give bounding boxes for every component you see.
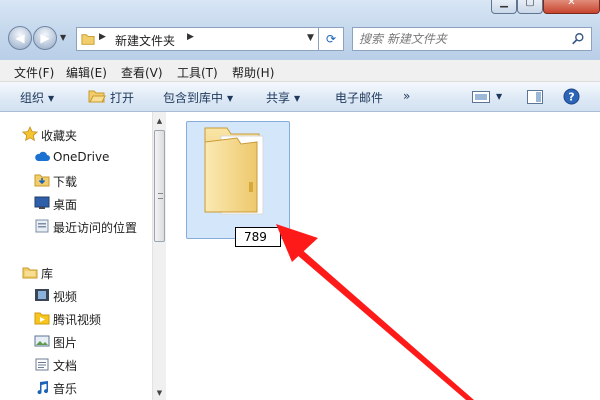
menu-help[interactable]: 帮助(H) xyxy=(232,64,274,81)
sidebar-item-label: 下载 xyxy=(53,175,78,189)
back-arrow-icon: ◀ xyxy=(15,31,25,45)
back-button[interactable]: ◀ xyxy=(8,26,32,50)
include-in-library-label: 包含到库中 xyxy=(163,91,224,105)
music-icon xyxy=(37,381,49,395)
share-label: 共享 xyxy=(266,91,291,105)
navigation-scrollbar[interactable]: ▲ ▼ xyxy=(152,112,166,400)
search-input[interactable] xyxy=(359,31,559,47)
documents-icon xyxy=(35,358,49,371)
chevron-down-icon: ▼ xyxy=(227,94,234,103)
grip-icon xyxy=(158,193,163,199)
minimize-button[interactable]: ▁ xyxy=(491,0,517,14)
menu-view[interactable]: 查看(V) xyxy=(121,64,163,81)
folder-icon xyxy=(81,34,95,45)
menu-bar: 文件(F) 编辑(E) 查看(V) 工具(T) 帮助(H) xyxy=(0,60,600,82)
forward-arrow-icon: ▶ xyxy=(40,31,50,45)
email-button[interactable]: 电子邮件 xyxy=(335,89,383,106)
menu-tools[interactable]: 工具(T) xyxy=(177,64,218,81)
library-icon xyxy=(22,267,38,279)
svg-text:?: ? xyxy=(568,91,574,104)
video-icon xyxy=(35,289,49,301)
maximize-button[interactable]: ▢ xyxy=(517,0,543,14)
view-options-dropdown-icon[interactable]: ▼ xyxy=(496,92,502,101)
cloud-icon xyxy=(35,151,50,161)
organize-button[interactable]: 组织 ▼ xyxy=(20,89,54,106)
more-commands-button[interactable]: » xyxy=(403,89,410,103)
address-dropdown-icon[interactable]: ▼ xyxy=(307,33,314,43)
downloads-icon xyxy=(34,174,50,187)
breadcrumb-item[interactable]: 新建文件夹 xyxy=(115,32,175,49)
title-bar: ▁ ▢ ✕ ◀ ▶ ▼ ▶ 新建文件夹 ▶ ▼ ⟳ xyxy=(0,0,600,60)
search-icon[interactable] xyxy=(571,32,585,46)
sidebar-item-label: 图片 xyxy=(53,336,78,350)
search-box[interactable] xyxy=(352,27,592,51)
recent-places-icon xyxy=(35,219,49,233)
sidebar-item-label: 音乐 xyxy=(53,382,78,396)
refresh-icon: ⟳ xyxy=(325,32,337,46)
scroll-up-icon[interactable]: ▲ xyxy=(153,114,166,128)
sidebar-item-label: 最近访问的位置 xyxy=(53,221,138,235)
command-toolbar: 组织 ▼ 打开 包含到库中 ▼ 共享 ▼ 电子邮件 » ▼ ? xyxy=(0,82,600,112)
preview-pane-icon[interactable] xyxy=(527,90,543,104)
folder-item[interactable] xyxy=(186,121,290,247)
refresh-button[interactable]: ⟳ xyxy=(318,27,344,51)
scroll-down-icon[interactable]: ▼ xyxy=(153,386,166,400)
scrollbar-thumb[interactable] xyxy=(154,130,165,242)
star-icon xyxy=(22,126,38,142)
breadcrumb-separator-icon[interactable]: ▶ xyxy=(99,32,106,42)
open-folder-icon xyxy=(88,90,106,103)
organize-label: 组织 xyxy=(20,91,45,105)
tencent-video-icon xyxy=(34,312,50,325)
menu-file[interactable]: 文件(F) xyxy=(14,64,54,81)
maximize-icon: ▢ xyxy=(525,0,535,8)
file-list xyxy=(166,112,600,400)
sidebar-item-label: OneDrive xyxy=(53,150,110,164)
close-icon: ✕ xyxy=(567,0,576,8)
chevron-down-icon: ▼ xyxy=(294,94,301,103)
close-button[interactable]: ✕ xyxy=(543,0,600,14)
open-button[interactable]: 打开 xyxy=(110,89,134,106)
view-options-icon[interactable] xyxy=(472,91,490,103)
navigation-pane: 收藏夹 OneDrive 下载 桌面 最近访问的位置 库 视频 腾讯视频 图片 … xyxy=(0,112,152,400)
sidebar-item-label: 视频 xyxy=(53,290,78,304)
breadcrumb-separator-icon[interactable]: ▶ xyxy=(187,32,194,42)
sidebar-item-label: 桌面 xyxy=(53,198,78,212)
address-bar[interactable]: ▶ 新建文件夹 ▶ ▼ xyxy=(76,27,344,51)
minimize-icon: ▁ xyxy=(500,0,508,8)
forward-button[interactable]: ▶ xyxy=(33,26,57,50)
sidebar-item-label: 文档 xyxy=(53,359,78,373)
recent-pages-dropdown[interactable]: ▼ xyxy=(60,34,68,42)
sidebar-item-label: 腾讯视频 xyxy=(53,313,102,327)
folder-icon xyxy=(204,127,264,215)
pictures-icon xyxy=(34,335,50,347)
include-in-library-button[interactable]: 包含到库中 ▼ xyxy=(163,89,233,106)
menu-edit[interactable]: 编辑(E) xyxy=(66,64,107,81)
sidebar-header-label: 收藏夹 xyxy=(41,129,78,143)
share-button[interactable]: 共享 ▼ xyxy=(266,89,300,106)
rename-input[interactable] xyxy=(235,227,281,247)
desktop-icon xyxy=(34,196,50,209)
chevron-down-icon: ▼ xyxy=(48,94,55,103)
sidebar-header-label: 库 xyxy=(41,267,54,281)
help-icon[interactable]: ? xyxy=(563,88,580,105)
